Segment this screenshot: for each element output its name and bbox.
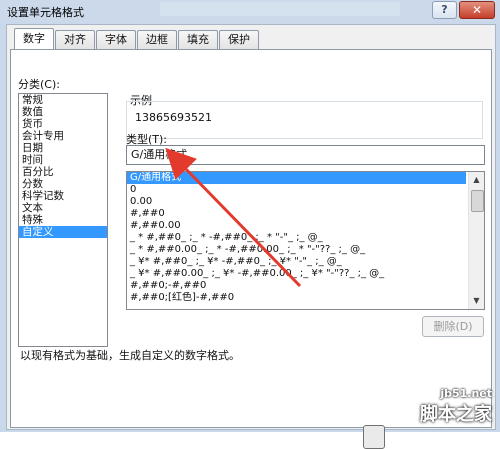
format-item[interactable]: _ * #,##0.00_ ;_ * -#,##0.00_ ;_ * "-"??…	[127, 244, 466, 256]
tab-protection[interactable]: 保护	[219, 30, 259, 49]
number-tab-body: 分类(C): 常规 数值 货币 会计专用 日期 时间 百分比 分数 科学记数 文…	[10, 49, 492, 449]
format-item[interactable]: _ ¥* #,##0_ ;_ ¥* -#,##0_ ;_ ¥* "-"_ ;_ …	[127, 256, 466, 268]
watermark-url: jb51.net	[440, 387, 492, 400]
category-item[interactable]: 分数	[19, 178, 107, 190]
format-cells-dialog: 设置单元格格式 ? ✕ 数字 对齐 字体 边框 填充 保护 分类(C): 常规 …	[0, 0, 500, 449]
dialog-panel: 数字 对齐 字体 边框 填充 保护 分类(C): 常规 数值 货币 会计专用 日…	[6, 24, 496, 449]
format-item[interactable]: 0.00	[127, 196, 466, 208]
category-item[interactable]: 时间	[19, 154, 107, 166]
category-item[interactable]: 日期	[19, 142, 107, 154]
scroll-thumb[interactable]	[471, 190, 484, 212]
tab-alignment[interactable]: 对齐	[55, 30, 95, 49]
tab-font[interactable]: 字体	[96, 30, 136, 49]
sample-group: 13865693521	[126, 101, 483, 139]
watermark: jb51.net 脚本之家	[420, 387, 492, 426]
category-item[interactable]: 数值	[19, 106, 107, 118]
category-item-custom[interactable]: 自定义	[19, 226, 107, 238]
category-item[interactable]: 特殊	[19, 214, 107, 226]
delete-button[interactable]: 删除(D)	[422, 316, 484, 337]
format-item[interactable]: _ * #,##0_ ;_ * -#,##0_ ;_ * "-"_ ;_ @_	[127, 232, 466, 244]
category-item[interactable]: 科学记数	[19, 190, 107, 202]
format-item[interactable]: #,##0;[红色]-#,##0	[127, 292, 466, 304]
type-input[interactable]: G/通用格式	[126, 145, 485, 165]
description-text: 以现有格式为基础，生成自定义的数字格式。	[20, 349, 240, 362]
watermark-name: 脚本之家	[420, 404, 492, 425]
format-item[interactable]: G/通用格式	[127, 172, 466, 184]
format-list[interactable]: G/通用格式 0 0.00 #,##0 #,##0.00 _ * #,##0_ …	[126, 171, 485, 310]
tab-strip: 数字 对齐 字体 边框 填充 保护	[14, 28, 260, 50]
tab-fill[interactable]: 填充	[178, 30, 218, 49]
sample-value: 13865693521	[135, 111, 212, 124]
window-title: 设置单元格格式	[7, 6, 84, 19]
format-list-scrollbar[interactable]: ▲ ▼	[468, 172, 484, 309]
tab-number[interactable]: 数字	[14, 28, 54, 49]
category-item[interactable]: 货币	[19, 118, 107, 130]
tab-border[interactable]: 边框	[137, 30, 177, 49]
format-item[interactable]: #,##0.00	[127, 220, 466, 232]
category-list[interactable]: 常规 数值 货币 会计专用 日期 时间 百分比 分数 科学记数 文本 特殊 自定…	[18, 93, 108, 347]
title-bar[interactable]: 设置单元格格式 ? ✕	[0, 0, 500, 22]
category-item[interactable]: 百分比	[19, 166, 107, 178]
category-label: 分类(C):	[18, 78, 60, 91]
format-item[interactable]: #,##0	[127, 208, 466, 220]
category-item[interactable]: 会计专用	[19, 130, 107, 142]
category-item[interactable]: 常规	[19, 94, 107, 106]
close-button[interactable]: ✕	[459, 1, 495, 19]
format-item[interactable]: _ ¥* #,##0.00_ ;_ ¥* -#,##0.00_ ;_ ¥* "-…	[127, 268, 466, 280]
category-item[interactable]: 文本	[19, 202, 107, 214]
help-button[interactable]: ?	[432, 1, 457, 19]
blurred-area	[160, 2, 400, 16]
scroll-down-icon[interactable]: ▼	[470, 294, 483, 307]
ok-button-partial[interactable]	[363, 425, 385, 449]
format-item[interactable]: #,##0;-#,##0	[127, 280, 466, 292]
format-item[interactable]: 0	[127, 184, 466, 196]
scroll-up-icon[interactable]: ▲	[470, 173, 483, 186]
